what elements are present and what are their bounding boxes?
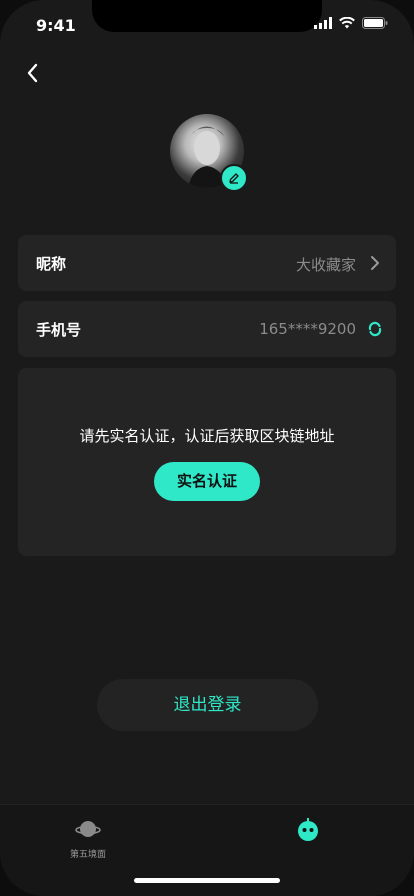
phone-value: 165****9200: [259, 320, 356, 338]
phone-row[interactable]: 手机号 165****9200: [18, 301, 396, 357]
cellular-signal-icon: [314, 17, 332, 29]
verification-card: 请先实名认证，认证后获取区块链地址 实名认证: [18, 368, 396, 556]
nickname-label: 昵称: [36, 255, 67, 273]
tab-home-label: 第五境面: [69, 850, 106, 860]
chevron-right-icon: [371, 256, 379, 270]
wifi-icon: [339, 17, 355, 29]
home-indicator: [134, 878, 280, 883]
status-time: 9:41: [36, 16, 76, 35]
status-bar: 9:41: [0, 0, 414, 50]
edit-avatar-button[interactable]: [220, 164, 248, 192]
tab-home[interactable]: 第五境面: [58, 817, 118, 860]
chevron-left-icon: [27, 63, 38, 83]
status-icons: [314, 17, 388, 29]
planet-icon: [75, 821, 101, 837]
refresh-icon: [368, 321, 382, 337]
phone-label: 手机号: [36, 321, 82, 339]
app-screen: 9:41 昵称 大收藏家 手机号 165****9200 请先实名认证，认证后获…: [0, 0, 414, 896]
back-button[interactable]: [22, 60, 44, 86]
avatar-container[interactable]: [170, 114, 248, 192]
pencil-icon: [229, 173, 239, 184]
logout-button[interactable]: 退出登录: [97, 679, 318, 731]
nickname-value: 大收藏家: [295, 256, 356, 274]
battery-icon: [362, 17, 388, 29]
nickname-row[interactable]: 昵称 大收藏家: [18, 235, 396, 291]
verify-identity-button[interactable]: 实名认证: [154, 462, 260, 501]
notch: [92, 0, 322, 32]
verification-notice: 请先实名认证，认证后获取区块链地址: [79, 427, 335, 445]
robot-icon: [298, 818, 318, 841]
tab-profile[interactable]: [278, 817, 338, 847]
